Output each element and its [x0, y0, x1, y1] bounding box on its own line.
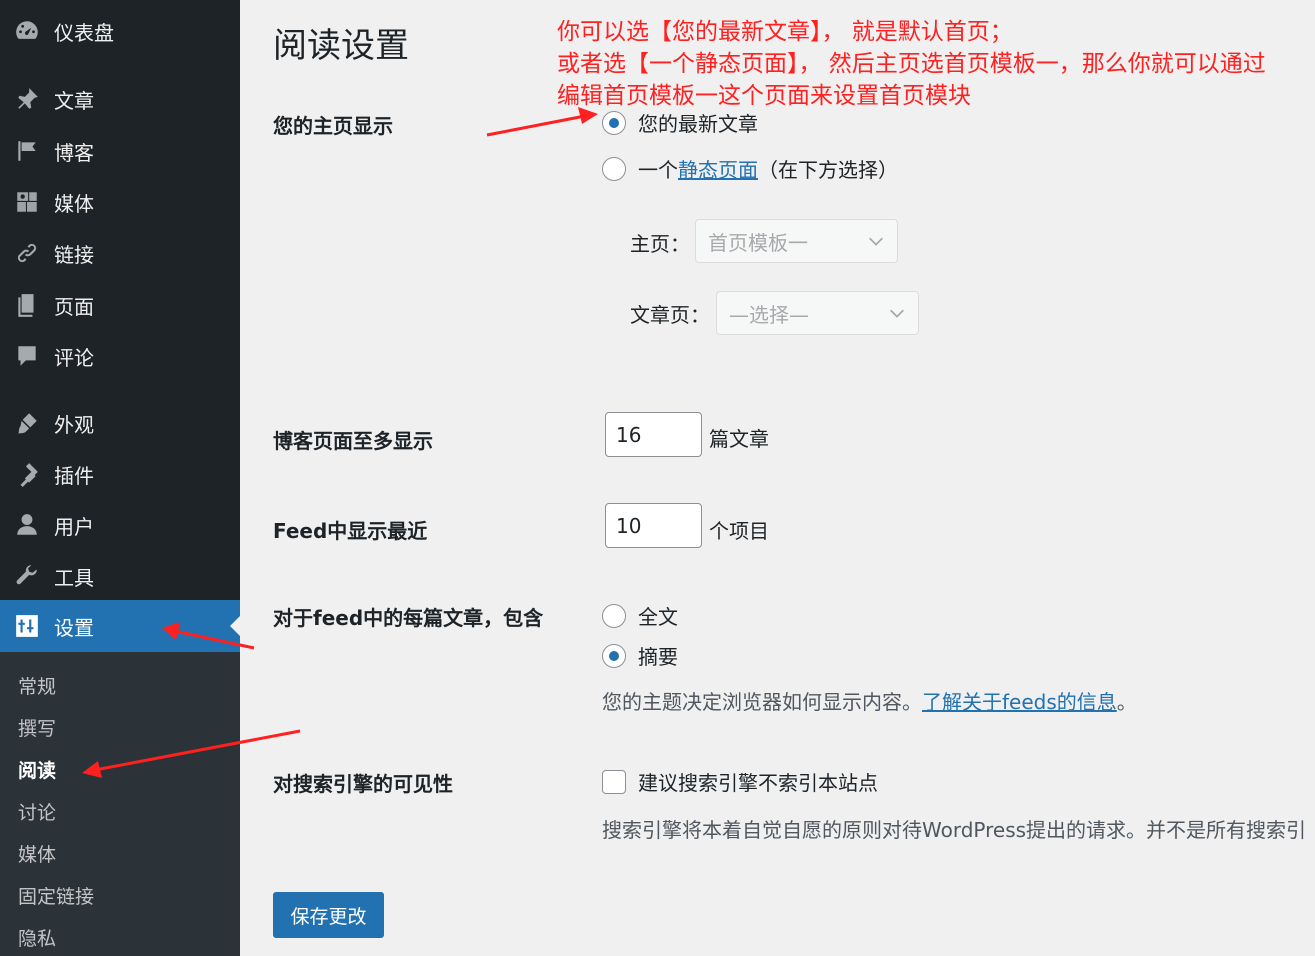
posts-page-select[interactable]: —选择—: [716, 291, 919, 335]
comment-icon: [12, 341, 42, 371]
chevron-down-icon: [890, 309, 904, 318]
brush-icon: [12, 408, 42, 438]
submenu-reading[interactable]: 阅读: [18, 756, 56, 783]
submenu-discussion[interactable]: 讨论: [18, 798, 56, 825]
menu-comments-label: 评论: [54, 345, 94, 370]
menu-settings-label: 设置: [54, 615, 94, 640]
submenu-general[interactable]: 常规: [18, 672, 56, 699]
menu-posts[interactable]: 文章: [0, 76, 240, 122]
pages-icon: [12, 290, 42, 320]
admin-sidebar: 仪表盘 文章 博客 媒体 链接 页面 评论 外观 插件 用户 工具 设置 常规 …: [0, 0, 240, 956]
radio-static-page[interactable]: 一个 静态页面 （在下方选择）: [602, 154, 898, 183]
settings-main: 阅读设置 您的主页显示 您的最新文章 一个 静态页面 （在下方选择） 主页： 首…: [240, 0, 1315, 956]
menu-plugins[interactable]: 插件: [0, 451, 240, 497]
feed-description: 您的主题决定浏览器如何显示内容。了解关于feeds的信息。: [602, 686, 1137, 715]
save-button[interactable]: 保存更改: [273, 892, 384, 938]
discourage-search-checkbox[interactable]: [602, 769, 626, 794]
menu-pages[interactable]: 页面: [0, 282, 240, 328]
discourage-search-label: 建议搜索引擎不索引本站点: [638, 771, 878, 795]
feed-recent-input[interactable]: 10: [605, 503, 702, 548]
search-visibility-description: 搜索引擎将本着自觉自愿的原则对待WordPress提出的请求。并不是所有搜索引: [602, 818, 1307, 842]
settings-submenu: 常规 撰写 阅读 讨论 媒体 固定链接 隐私: [0, 652, 240, 956]
menu-media-label: 媒体: [54, 191, 94, 216]
discourage-search-option[interactable]: 建议搜索引擎不索引本站点: [602, 767, 878, 796]
feeds-info-link[interactable]: 了解关于feeds的信息: [922, 690, 1117, 714]
menu-tools[interactable]: 工具: [0, 553, 240, 599]
menu-media[interactable]: 媒体: [0, 179, 240, 225]
submenu-permalinks[interactable]: 固定链接: [18, 882, 94, 909]
feed-recent-label: Feed中显示最近: [273, 519, 428, 543]
submenu-writing[interactable]: 撰写: [18, 714, 56, 741]
homepage-label: 您的主页显示: [273, 114, 393, 138]
radio-summary-control[interactable]: [602, 643, 626, 668]
user-icon: [12, 510, 42, 540]
radio-static-suffix: （在下方选择）: [758, 158, 898, 182]
feed-recent-unit: 个项目: [709, 519, 769, 543]
posts-page-label: 文章页：: [630, 303, 710, 327]
pin-icon: [12, 84, 42, 114]
radio-summary[interactable]: 摘要: [602, 641, 678, 670]
plugin-icon: [12, 459, 42, 489]
menu-plugins-label: 插件: [54, 463, 94, 488]
menu-users[interactable]: 用户: [0, 502, 240, 548]
page-title: 阅读设置: [273, 26, 409, 66]
wrench-icon: [12, 561, 42, 591]
radio-static-prefix: 一个: [638, 158, 678, 182]
search-visibility-label: 对搜索引擎的可见性: [273, 772, 453, 796]
radio-static-page-control[interactable]: [602, 156, 626, 181]
front-page-label: 主页：: [630, 232, 690, 256]
feed-content-label: 对于feed中的每篇文章，包含: [273, 606, 544, 630]
submenu-privacy[interactable]: 隐私: [18, 924, 56, 951]
menu-comments[interactable]: 评论: [0, 333, 240, 379]
radio-latest-posts-control[interactable]: [602, 110, 626, 135]
menu-posts-label: 文章: [54, 88, 94, 113]
menu-pages-label: 页面: [54, 294, 94, 319]
menu-blog-label: 博客: [54, 140, 94, 165]
feed-description-end: 。: [1116, 690, 1137, 714]
radio-full-text-control[interactable]: [602, 603, 626, 628]
annotation-line-1: 你可以选【您的最新文章】， 就是默认首页；: [557, 19, 1013, 45]
submenu-media[interactable]: 媒体: [18, 840, 56, 867]
annotation-note: 你可以选【您的最新文章】， 就是默认首页； 或者选【一个静态页面】， 然后主页选…: [557, 16, 1266, 112]
menu-links[interactable]: 链接: [0, 230, 240, 276]
annotation-line-2: 或者选【一个静态页面】， 然后主页选首页模板一，那么你就可以通过: [557, 51, 1266, 77]
menu-dashboard-label: 仪表盘: [54, 20, 114, 45]
menu-blog[interactable]: 博客: [0, 128, 240, 174]
chevron-down-icon: [869, 237, 883, 246]
annotation-line-3: 编辑首页模板一这个页面来设置首页模块: [557, 83, 971, 109]
dashboard-icon: [12, 16, 42, 46]
feed-description-text: 您的主题决定浏览器如何显示内容。: [602, 690, 922, 714]
menu-users-label: 用户: [54, 514, 94, 539]
menu-appearance-label: 外观: [54, 412, 94, 437]
radio-full-text-label: 全文: [638, 605, 678, 629]
front-page-value: 首页模板一: [708, 230, 808, 255]
radio-latest-posts[interactable]: 您的最新文章: [602, 108, 758, 137]
static-page-link[interactable]: 静态页面: [678, 154, 758, 183]
posts-page-value: —选择—: [729, 302, 809, 327]
posts-per-page-unit: 篇文章: [709, 427, 769, 451]
front-page-select[interactable]: 首页模板一: [695, 219, 898, 263]
radio-summary-label: 摘要: [638, 645, 678, 669]
menu-dashboard[interactable]: 仪表盘: [0, 8, 240, 54]
menu-appearance[interactable]: 外观: [0, 400, 240, 446]
posts-per-page-label: 博客页面至多显示: [273, 429, 433, 453]
posts-per-page-input[interactable]: 16: [605, 412, 702, 457]
settings-icon: [12, 611, 42, 641]
menu-settings[interactable]: 设置: [0, 600, 240, 652]
radio-full-text[interactable]: 全文: [602, 601, 678, 630]
link-icon: [12, 238, 42, 268]
flag-icon: [12, 136, 42, 166]
menu-tools-label: 工具: [54, 565, 94, 590]
media-icon: [12, 187, 42, 217]
radio-latest-posts-label: 您的最新文章: [638, 112, 758, 136]
menu-links-label: 链接: [54, 242, 94, 267]
